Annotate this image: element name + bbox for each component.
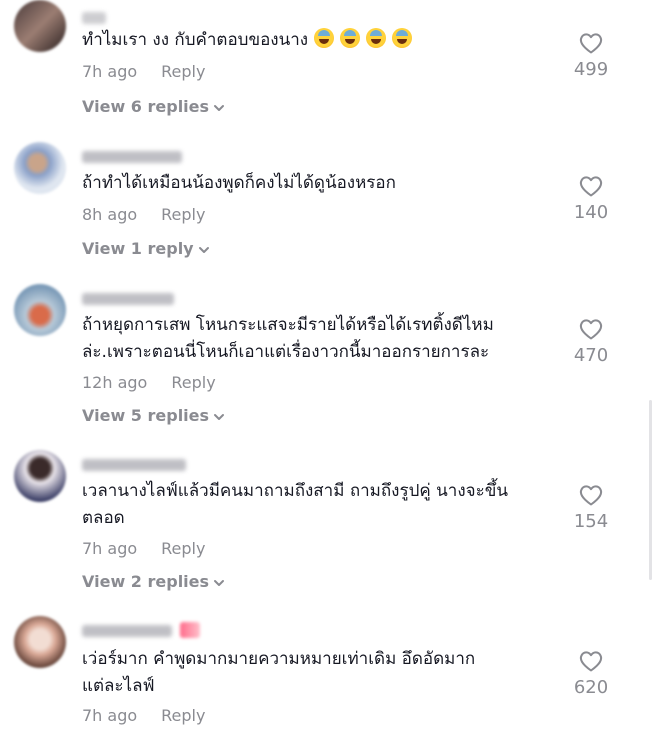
avatar[interactable] bbox=[14, 450, 66, 502]
view-replies-label: View 5 replies bbox=[82, 406, 210, 425]
reply-button[interactable]: Reply bbox=[161, 205, 205, 224]
comment-time: 12h ago bbox=[82, 373, 148, 392]
reply-button[interactable]: Reply bbox=[171, 373, 215, 392]
like-count: 499 bbox=[573, 59, 609, 80]
like-count: 154 bbox=[573, 511, 609, 532]
heart-outline-icon[interactable] bbox=[578, 31, 604, 55]
reply-button[interactable]: Reply bbox=[161, 62, 205, 81]
view-replies-label: View 2 replies bbox=[82, 572, 210, 591]
avatar[interactable] bbox=[14, 284, 66, 336]
username-blurred[interactable] bbox=[82, 12, 106, 24]
like-control: 499 bbox=[560, 31, 622, 80]
comment-time: 7h ago bbox=[82, 62, 138, 81]
comment-meta: 8h ago Reply bbox=[82, 205, 205, 224]
heart-outline-icon[interactable] bbox=[578, 649, 604, 673]
view-replies-button[interactable]: View 2 replies bbox=[82, 572, 225, 591]
grinning-sweat-emoji-icon bbox=[314, 28, 335, 48]
heart-outline-icon[interactable] bbox=[578, 483, 604, 507]
view-replies-label: View 1 reply bbox=[82, 239, 194, 258]
like-control: 140 bbox=[560, 174, 622, 223]
grinning-sweat-emoji-icon bbox=[392, 28, 413, 48]
username-blurred[interactable] bbox=[82, 625, 172, 637]
view-replies-label: View 6 replies bbox=[82, 97, 210, 116]
comment-time: 7h ago bbox=[82, 706, 138, 725]
comment-text: ถ้าหยุดการเสพ โหนกระแสจะมีรายได้หรือได้เ… bbox=[82, 315, 494, 362]
chevron-down-icon bbox=[198, 247, 209, 253]
comment-time: 8h ago bbox=[82, 205, 138, 224]
comment-text: ถ้าทำได้เหมือนน้องพูดก็คงไม่ได้ดูน้องหรอ… bbox=[82, 173, 396, 193]
avatar[interactable] bbox=[14, 142, 66, 194]
comment-text: เว่อร์มาก คำพูดมากมายความหมายเท่าเดิม อึ… bbox=[82, 649, 476, 696]
comment-meta: 7h ago Reply bbox=[82, 62, 205, 81]
comment-meta: 7h ago Reply bbox=[82, 539, 205, 558]
username-blurred[interactable] bbox=[82, 151, 182, 163]
grinning-sweat-emoji-icon bbox=[366, 28, 387, 48]
username-blurred[interactable] bbox=[82, 459, 186, 471]
grinning-sweat-emoji-icon bbox=[340, 28, 361, 48]
comment-meta: 7h ago Reply bbox=[82, 706, 205, 725]
reply-button[interactable]: Reply bbox=[161, 706, 205, 725]
chevron-down-icon bbox=[214, 580, 225, 586]
heart-outline-icon[interactable] bbox=[578, 317, 604, 341]
comment-time: 7h ago bbox=[82, 539, 138, 558]
avatar[interactable] bbox=[14, 0, 66, 52]
heart-outline-icon[interactable] bbox=[578, 174, 604, 198]
like-count: 620 bbox=[573, 677, 609, 698]
like-control: 620 bbox=[560, 649, 622, 698]
chevron-down-icon bbox=[214, 105, 225, 111]
comment-text: เวลานางไลฟ์แล้วมีคนมาถามถึงสามี ถามถึงรู… bbox=[82, 481, 508, 528]
view-replies-button[interactable]: View 5 replies bbox=[82, 406, 225, 425]
username-blurred[interactable] bbox=[82, 293, 174, 305]
reply-button[interactable]: Reply bbox=[161, 539, 205, 558]
like-count: 470 bbox=[573, 345, 609, 366]
badge-blurred bbox=[180, 622, 200, 638]
avatar[interactable] bbox=[14, 616, 66, 668]
view-replies-button[interactable]: View 6 replies bbox=[82, 97, 225, 116]
comment-text: ทำไมเรา งง กับคำตอบของนาง bbox=[82, 27, 552, 54]
like-control: 154 bbox=[560, 483, 622, 532]
chevron-down-icon bbox=[214, 414, 225, 420]
like-count: 140 bbox=[573, 202, 609, 223]
view-replies-button[interactable]: View 1 reply bbox=[82, 239, 210, 258]
comment-meta: 12h ago Reply bbox=[82, 373, 216, 392]
like-control: 470 bbox=[560, 317, 622, 366]
